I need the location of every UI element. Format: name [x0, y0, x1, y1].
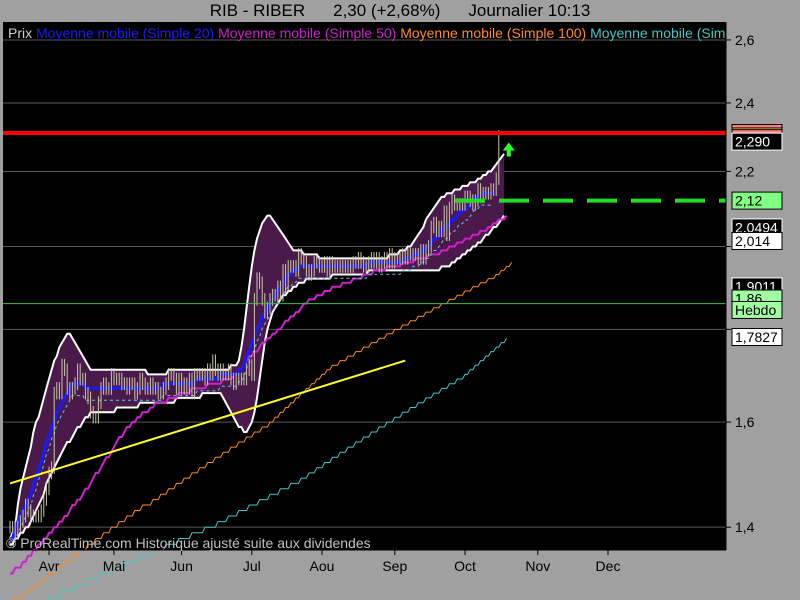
legend: Prix Moyenne mobile (Simple 20) Moyenne …	[8, 25, 776, 41]
y-tick-label-1: 1,6	[735, 414, 755, 430]
x-tick-label-1: Mai	[103, 558, 126, 574]
y-tick-label-5: 2,4	[735, 95, 755, 111]
price-label-9: Hebdo	[735, 302, 776, 318]
x-tick-label-8: Dec	[596, 558, 621, 574]
price-label-3: 2,290	[735, 134, 770, 150]
plot-background	[3, 22, 726, 550]
y-tick-label-4: 2,2	[735, 163, 755, 179]
price-label-10: 1,7827	[735, 329, 778, 345]
price-label-4: 2,12	[735, 193, 762, 209]
legend-item-0: Prix	[8, 25, 32, 41]
x-tick-label-6: Oct	[454, 558, 476, 574]
price-chart[interactable]: Prix Moyenne mobile (Simple 20) Moyenne …	[0, 0, 800, 600]
y-tick-label-6: 2,6	[735, 32, 755, 48]
x-tick-label-0: Avr	[39, 558, 60, 574]
legend-item-2: Moyenne mobile (Simple 50)	[214, 25, 396, 41]
x-tick-label-4: Aou	[310, 558, 335, 574]
legend-item-1: Moyenne mobile (Simple 20)	[32, 25, 214, 41]
legend-row: Prix Moyenne mobile (Simple 20) Moyenne …	[8, 25, 776, 41]
watermark: © ProRealTime.com Historique ajusté suit…	[6, 535, 371, 551]
y-tick-label-0: 1,4	[735, 519, 755, 535]
x-axis: Avr Mai Jun Jul Aou Sep Oct Nov Dec	[3, 549, 726, 574]
x-tick-label-5: Sep	[382, 558, 407, 574]
x-tick-label-7: Nov	[525, 558, 550, 574]
price-label-6: 2,014	[735, 233, 770, 249]
legend-item-3: Moyenne mobile (Simple 100)	[396, 25, 586, 41]
x-tick-label-3: Jul	[243, 558, 261, 574]
x-tick-label-2: Jun	[170, 558, 193, 574]
y-axis: 1,41,62,22,42,62,312,30Hebdo2,2902,122,0…	[725, 22, 783, 550]
